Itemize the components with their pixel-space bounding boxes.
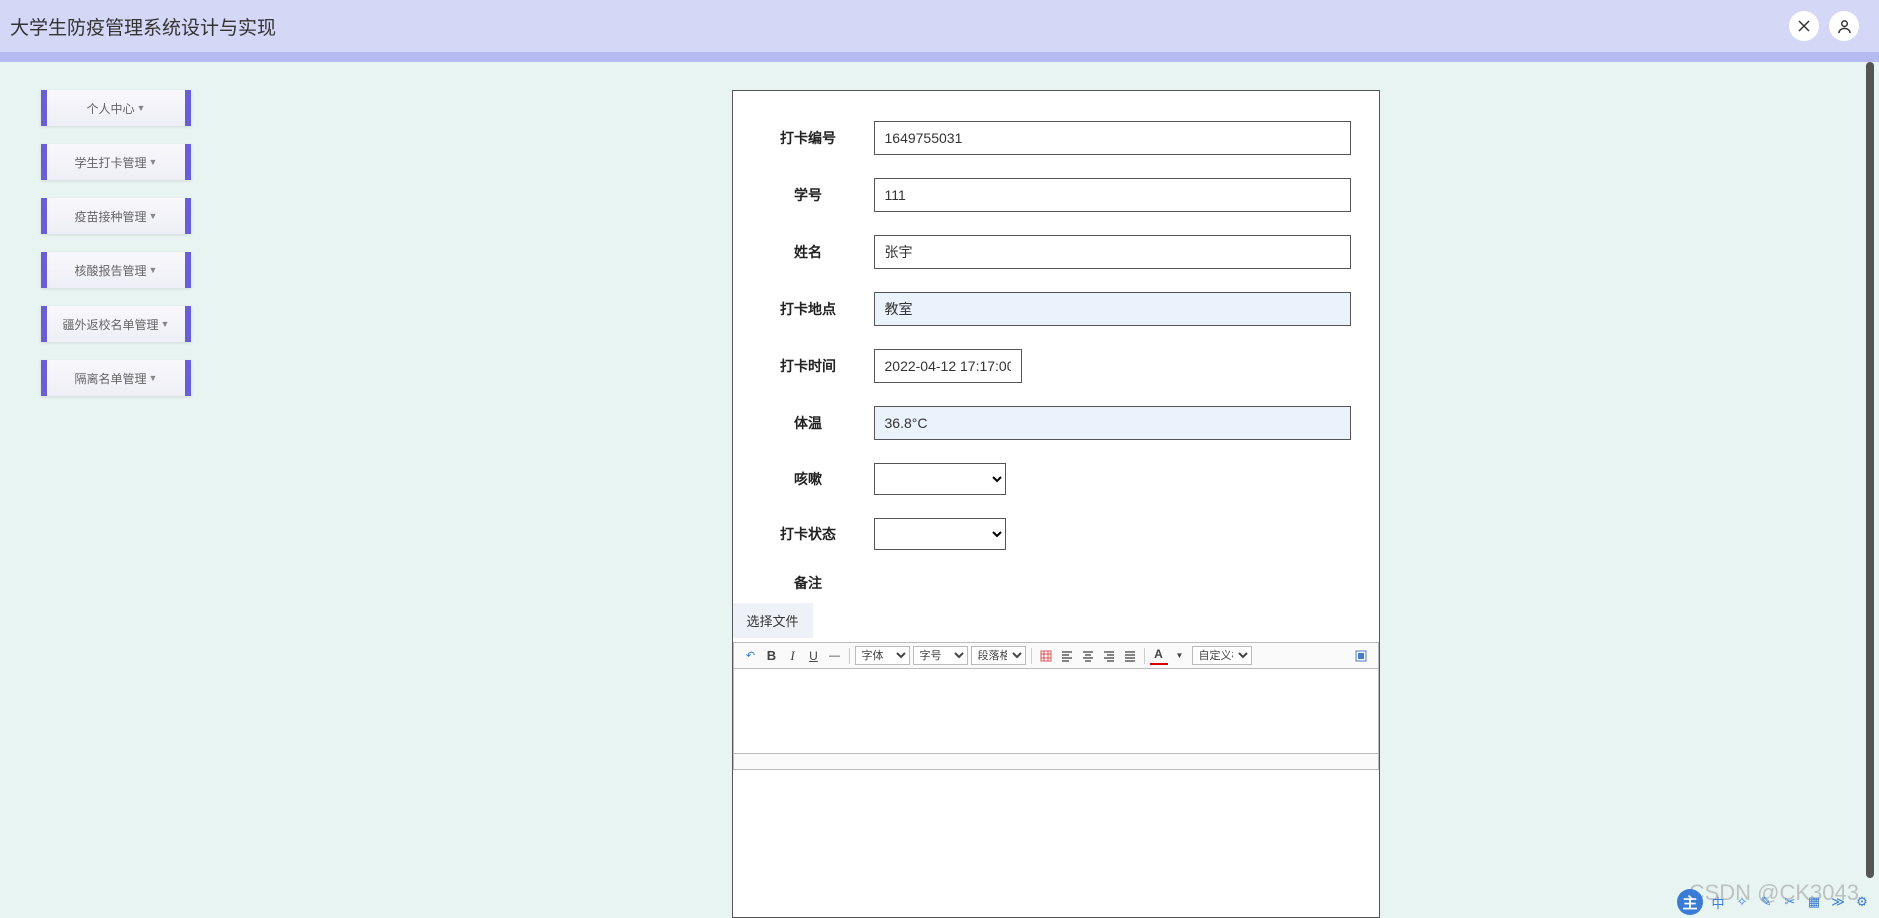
label-cough: 咳嗽: [761, 469, 856, 489]
tray-main-icon[interactable]: 主: [1677, 889, 1703, 915]
input-time[interactable]: [874, 349, 1022, 383]
form-row-cough: 咳嗽: [761, 463, 1351, 495]
input-temperature[interactable]: [874, 406, 1351, 440]
chevron-down-icon: ▼: [149, 211, 158, 221]
align-justify-icon[interactable]: [1121, 647, 1139, 665]
separator: [1144, 648, 1145, 664]
fullscreen-editor-icon[interactable]: [1352, 647, 1370, 665]
tray-image-icon[interactable]: ▦: [1805, 893, 1823, 911]
form-row-student-id: 学号: [761, 178, 1351, 212]
editor-body[interactable]: [733, 669, 1379, 754]
align-right-icon[interactable]: [1100, 647, 1118, 665]
sidebar: 个人中心▼ 学生打卡管理▼ 疫苗接种管理▼ 核酸报告管理▼ 疆外返校名单管理▼ …: [0, 62, 232, 918]
chevron-down-icon: ▼: [149, 265, 158, 275]
form-row-status: 打卡状态: [761, 518, 1351, 550]
editor-footer: [733, 754, 1379, 770]
form-row-name: 姓名: [761, 235, 1351, 269]
paragraph-select[interactable]: 段落格式: [971, 646, 1026, 665]
sidebar-item-nucleic[interactable]: 核酸报告管理▼: [41, 252, 191, 288]
chevron-down-icon: ▼: [161, 319, 170, 329]
form-panel: 打卡编号 学号 姓名 打卡地点 打卡时间: [732, 90, 1380, 918]
form-row-checkin-id: 打卡编号: [761, 121, 1351, 155]
sidebar-item-label: 隔离名单管理: [75, 370, 147, 387]
form-row-time: 打卡时间: [761, 349, 1351, 383]
label-status: 打卡状态: [761, 524, 856, 544]
bold-icon[interactable]: B: [763, 647, 781, 665]
select-cough[interactable]: [874, 463, 1006, 495]
sidebar-item-return[interactable]: 疆外返校名单管理▼: [41, 306, 191, 342]
align-left-icon[interactable]: [1058, 647, 1076, 665]
scrollbar[interactable]: [1866, 62, 1874, 878]
container: 个人中心▼ 学生打卡管理▼ 疫苗接种管理▼ 核酸报告管理▼ 疆外返校名单管理▼ …: [0, 62, 1879, 918]
input-name[interactable]: [874, 235, 1351, 269]
sidebar-item-checkin[interactable]: 学生打卡管理▼: [41, 144, 191, 180]
label-temperature: 体温: [761, 413, 856, 433]
tray-collapse-icon[interactable]: ≫: [1829, 893, 1847, 911]
sidebar-item-label: 疫苗接种管理: [75, 208, 147, 225]
sidebar-item-label: 学生打卡管理: [75, 154, 147, 171]
sub-header-bar: [0, 52, 1879, 62]
label-remark: 备注: [761, 573, 856, 593]
label-location: 打卡地点: [761, 299, 856, 319]
sidebar-item-vaccine[interactable]: 疫苗接种管理▼: [41, 198, 191, 234]
custom-title-select[interactable]: 自定义标题: [1192, 646, 1252, 665]
form-row-location: 打卡地点: [761, 292, 1351, 326]
sidebar-item-label: 核酸报告管理: [75, 262, 147, 279]
table-icon[interactable]: [1037, 647, 1055, 665]
header-icons: [1789, 11, 1859, 41]
header: 大学生防疫管理系统设计与实现: [0, 0, 1879, 52]
font-size-select[interactable]: 字号: [913, 646, 968, 665]
separator: [1031, 648, 1032, 664]
tray-icon-2[interactable]: ✧: [1733, 893, 1751, 911]
sidebar-item-label: 个人中心: [87, 100, 135, 117]
font-color-icon[interactable]: A: [1150, 647, 1168, 665]
chevron-down-icon: ▼: [149, 373, 158, 383]
undo-icon[interactable]: ↶: [742, 647, 760, 665]
italic-icon[interactable]: I: [784, 647, 802, 665]
label-time: 打卡时间: [761, 356, 856, 376]
tray-edit-icon[interactable]: ✎: [1757, 893, 1775, 911]
tray-cut-icon[interactable]: ✂: [1781, 893, 1799, 911]
input-location[interactable]: [874, 292, 1351, 326]
editor-toolbar: ↶ B I U — 字体 字号 段落格式 A ▼ 自定义标题: [733, 642, 1379, 669]
bottom-tray: 主 中 ✧ ✎ ✂ ▦ ≫ ⚙: [1677, 889, 1871, 915]
page-title: 大学生防疫管理系统设计与实现: [10, 13, 276, 40]
user-icon[interactable]: [1829, 11, 1859, 41]
sidebar-item-personal[interactable]: 个人中心▼: [41, 90, 191, 126]
label-student-id: 学号: [761, 185, 856, 205]
form-row-temperature: 体温: [761, 406, 1351, 440]
sidebar-item-quarantine[interactable]: 隔离名单管理▼: [41, 360, 191, 396]
chevron-down-icon: ▼: [149, 157, 158, 167]
separator: [849, 648, 850, 664]
select-status[interactable]: [874, 518, 1006, 550]
input-student-id[interactable]: [874, 178, 1351, 212]
chevron-down-icon: ▼: [137, 103, 146, 113]
tray-icon-1[interactable]: 中: [1709, 893, 1727, 911]
input-checkin-id[interactable]: [874, 121, 1351, 155]
label-name: 姓名: [761, 242, 856, 262]
fullscreen-icon[interactable]: [1789, 11, 1819, 41]
sidebar-item-label: 疆外返校名单管理: [63, 316, 159, 333]
label-checkin-id: 打卡编号: [761, 128, 856, 148]
font-family-select[interactable]: 字体: [855, 646, 910, 665]
underline-icon[interactable]: U: [805, 647, 823, 665]
align-center-icon[interactable]: [1079, 647, 1097, 665]
dropdown-icon[interactable]: ▼: [1171, 647, 1189, 665]
main-content: 打卡编号 学号 姓名 打卡地点 打卡时间: [232, 62, 1879, 918]
horizontal-rule-icon[interactable]: —: [826, 647, 844, 665]
form-row-remark: 备注: [761, 573, 1351, 593]
tray-settings-icon[interactable]: ⚙: [1853, 893, 1871, 911]
file-select-button[interactable]: 选择文件: [733, 603, 813, 638]
